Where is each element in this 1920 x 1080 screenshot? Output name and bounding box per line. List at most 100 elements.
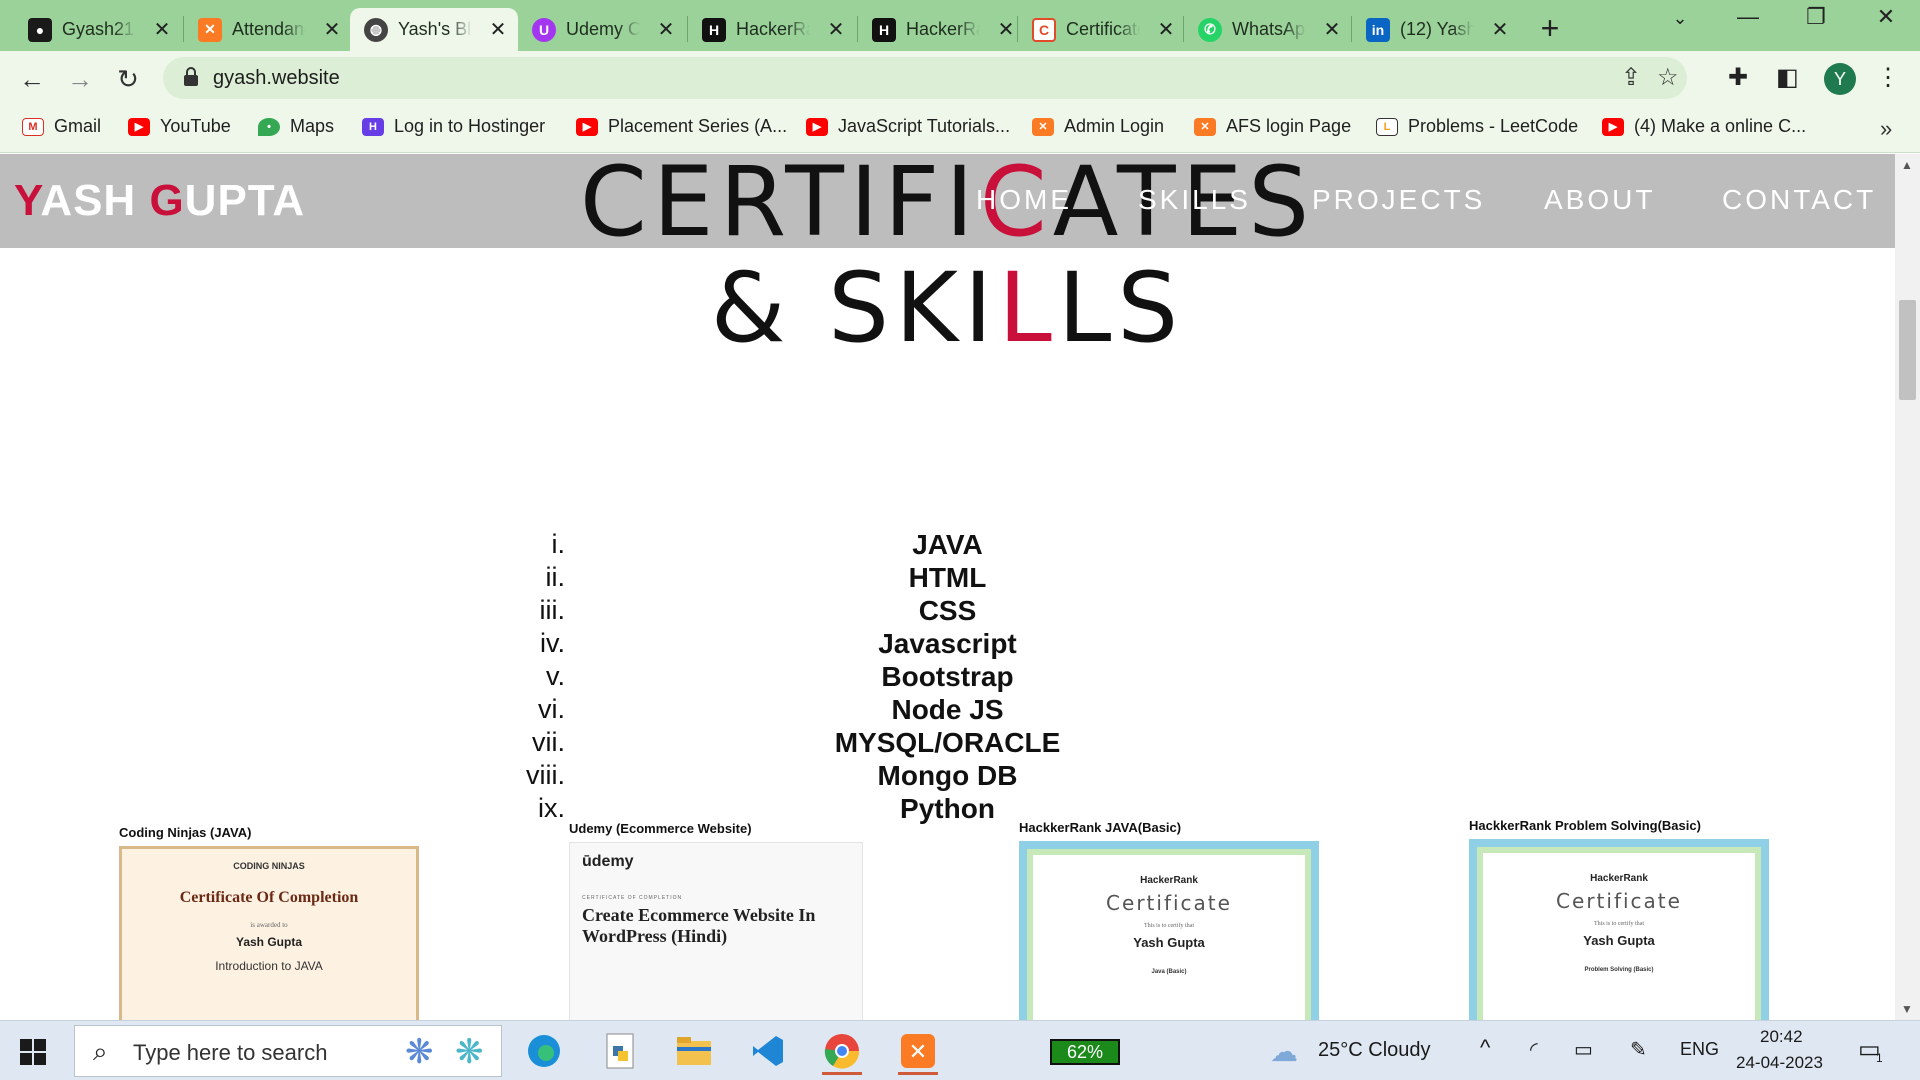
bookmark-label: Maps bbox=[290, 116, 335, 136]
certificate-course: Create Ecommerce Website In WordPress (H… bbox=[582, 905, 816, 946]
close-window-icon[interactable]: ✕ bbox=[1856, 4, 1916, 30]
close-icon[interactable]: ✕ bbox=[826, 17, 846, 42]
restore-icon[interactable]: ❐ bbox=[1786, 4, 1846, 30]
bookmark-gmail[interactable]: M Gmail bbox=[22, 116, 101, 137]
certificate-coding-ninjas[interactable]: Coding Ninjas (JAVA) CODING NINJAS Certi… bbox=[119, 825, 439, 1020]
nav-about[interactable]: ABOUT bbox=[1544, 184, 1655, 216]
bookmark-leetcode[interactable]: L Problems - LeetCode bbox=[1376, 116, 1578, 137]
tab-hackerrank-2[interactable]: H HackerRank ✕ bbox=[858, 8, 1026, 51]
bookmarks-overflow-icon[interactable]: » bbox=[1880, 116, 1892, 142]
certificate-title: HackkerRank Problem Solving(Basic) bbox=[1469, 818, 1701, 833]
tab-title: HackerRank bbox=[906, 19, 980, 39]
extensions-icon[interactable]: ✚ bbox=[1728, 63, 1748, 92]
hackerrank-icon: H bbox=[872, 17, 896, 42]
certificate-title: HackkerRank JAVA(Basic) bbox=[1019, 820, 1182, 835]
tab-hackerrank-1[interactable]: H HackerRank ✕ bbox=[688, 8, 856, 51]
address-bar[interactable]: gyash.website ⇪ ☆ bbox=[163, 57, 1687, 99]
language-indicator[interactable]: ENG bbox=[1680, 1039, 1719, 1060]
skill-name: Mongo DB bbox=[877, 760, 1018, 791]
list-item: iv. Javascript bbox=[0, 628, 1895, 661]
scroll-down-icon[interactable]: ▼ bbox=[1901, 1002, 1913, 1016]
taskbar-search-input[interactable]: ⌕ Type here to search ❋ ❋ bbox=[74, 1025, 502, 1077]
bookmark-make-online[interactable]: ▶ (4) Make a online C... bbox=[1602, 116, 1806, 137]
page-scrollbar[interactable]: ▲ ▼ bbox=[1895, 154, 1920, 1020]
bookmark-youtube[interactable]: ▶ YouTube bbox=[128, 116, 231, 137]
certificate-brand: HackerRank bbox=[1590, 873, 1648, 884]
nav-home[interactable]: HOME bbox=[976, 184, 1072, 216]
close-icon[interactable]: ✕ bbox=[1490, 17, 1510, 42]
certificate-hackerrank-problem-solving[interactable]: HackkerRank Problem Solving(Basic) Hacke… bbox=[1469, 818, 1789, 1020]
clock-date[interactable]: 24-04-2023 bbox=[1736, 1053, 1823, 1073]
tab-search-icon[interactable]: ⌄ bbox=[1650, 8, 1710, 29]
vscode-icon[interactable] bbox=[740, 1027, 796, 1075]
certificate-image[interactable]: ūdemy CERTIFICATE OF COMPLETION Create E… bbox=[569, 842, 863, 1020]
bookmark-admin-login[interactable]: ✕ Admin Login bbox=[1032, 116, 1164, 137]
wifi-icon[interactable]: ◜ bbox=[1530, 1037, 1538, 1062]
tab-attendance[interactable]: ✕ Attendance ✕ bbox=[184, 8, 352, 51]
bookmark-afs-login[interactable]: ✕ AFS login Page bbox=[1194, 116, 1351, 137]
close-icon[interactable]: ✕ bbox=[1156, 17, 1176, 42]
close-icon[interactable]: ✕ bbox=[656, 17, 676, 42]
pen-icon[interactable]: ✎ bbox=[1630, 1037, 1647, 1062]
tab-udemy[interactable]: U Udemy Clone ✕ bbox=[518, 8, 686, 51]
edge-icon[interactable] bbox=[516, 1027, 572, 1075]
scroll-up-icon[interactable]: ▲ bbox=[1901, 158, 1913, 172]
tab-certificates[interactable]: C Certificates ✕ bbox=[1018, 8, 1186, 51]
certificate-heading: Certificate bbox=[1556, 889, 1682, 913]
profile-avatar[interactable]: Y bbox=[1824, 63, 1856, 95]
battery-icon[interactable]: ▭ bbox=[1574, 1037, 1593, 1062]
certificate-skill: Java (Basic) bbox=[1151, 969, 1187, 975]
close-icon[interactable]: ✕ bbox=[488, 17, 508, 42]
certificate-image[interactable]: HackerRank Certificate This is to certif… bbox=[1469, 839, 1769, 1020]
chrome-icon[interactable] bbox=[814, 1027, 870, 1075]
xampp-icon: ✕ bbox=[1032, 117, 1054, 136]
clock-time[interactable]: 20:42 bbox=[1760, 1027, 1803, 1047]
bookmark-label: (4) Make a online C... bbox=[1634, 116, 1807, 136]
close-icon[interactable]: ✕ bbox=[152, 17, 172, 42]
file-explorer-icon[interactable] bbox=[666, 1027, 722, 1075]
forward-icon[interactable]: → bbox=[62, 61, 98, 97]
bookmark-hostinger[interactable]: H Log in to Hostinger bbox=[362, 116, 545, 137]
python-file-icon[interactable] bbox=[592, 1027, 648, 1075]
tab-whatsapp[interactable]: ✆ WhatsApp ✕ bbox=[1184, 8, 1352, 51]
certificate-udemy[interactable]: Udemy (Ecommerce Website) ūdemy CERTIFIC… bbox=[569, 821, 889, 1020]
back-icon[interactable]: ← bbox=[14, 61, 50, 97]
new-tab-button[interactable]: + bbox=[1530, 10, 1570, 47]
share-icon[interactable]: ⇪ bbox=[1621, 63, 1641, 92]
close-icon[interactable]: ✕ bbox=[1322, 17, 1342, 42]
bookmark-placement-series[interactable]: ▶ Placement Series (A... bbox=[576, 116, 787, 137]
scroll-thumb[interactable] bbox=[1899, 300, 1916, 400]
skill-name: JAVA bbox=[912, 529, 983, 560]
chevron-up-icon[interactable]: ^ bbox=[1480, 1035, 1490, 1061]
bookmark-star-icon[interactable]: ☆ bbox=[1657, 63, 1679, 92]
bookmark-javascript-tutorials[interactable]: ▶ JavaScript Tutorials... bbox=[806, 116, 1010, 137]
certificate-image[interactable]: HackerRank Certificate This is to certif… bbox=[1019, 841, 1319, 1020]
nav-projects[interactable]: PROJECTS bbox=[1312, 184, 1485, 216]
bookmark-label: AFS login Page bbox=[1226, 116, 1352, 136]
menu-icon[interactable]: ⋮ bbox=[1876, 63, 1900, 92]
certificate-image[interactable]: CODING NINJAS Certificate Of Completion … bbox=[119, 846, 419, 1020]
search-highlight-icon: ❋ bbox=[455, 1033, 484, 1071]
windows-start-icon[interactable] bbox=[20, 1039, 46, 1065]
certificate-awarded: is awarded to bbox=[250, 921, 288, 929]
certificate-certify: This is to certify that bbox=[1144, 923, 1194, 929]
tab-yashs-blog[interactable]: ◍ Yash's Blog ✕ bbox=[350, 8, 518, 51]
close-icon[interactable]: ✕ bbox=[996, 17, 1016, 42]
reload-icon[interactable]: ↻ bbox=[110, 61, 146, 97]
weather-text[interactable]: 25°C Cloudy bbox=[1318, 1039, 1431, 1062]
github-icon: ● bbox=[28, 17, 52, 42]
battery-indicator[interactable]: 62% bbox=[1050, 1039, 1120, 1065]
certificate-hackerrank-java[interactable]: HackkerRank JAVA(Basic) HackerRank Certi… bbox=[1019, 820, 1339, 1020]
side-panel-icon[interactable]: ◧ bbox=[1776, 63, 1799, 92]
search-icon: ⌕ bbox=[93, 1036, 108, 1066]
tab-linkedin[interactable]: in (12) Yash ✕ bbox=[1352, 8, 1520, 51]
close-icon[interactable]: ✕ bbox=[322, 17, 342, 42]
nav-skills[interactable]: SKILLS bbox=[1138, 184, 1251, 216]
minimize-icon[interactable]: — bbox=[1718, 4, 1778, 30]
youtube-icon: ▶ bbox=[1602, 117, 1624, 136]
tab-github[interactable]: ● Gyash21 ✕ bbox=[14, 8, 182, 51]
xampp-icon[interactable]: ✕ bbox=[890, 1027, 946, 1075]
bookmark-label: Admin Login bbox=[1064, 116, 1165, 136]
bookmark-maps[interactable]: • Maps bbox=[258, 116, 334, 137]
nav-contact[interactable]: CONTACT bbox=[1722, 184, 1876, 216]
